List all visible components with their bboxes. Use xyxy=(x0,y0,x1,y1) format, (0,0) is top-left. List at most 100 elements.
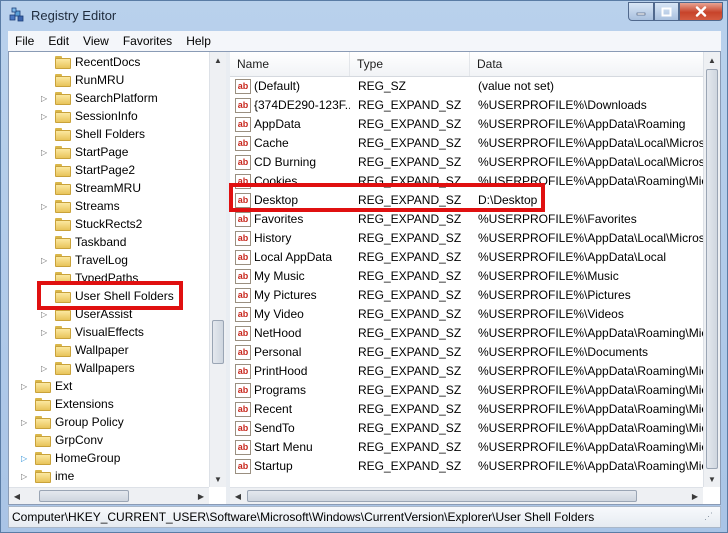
registry-key-tree[interactable]: ▲ ▼ ◀ ▶ RecentDocs RunMRU ▷ SearchPlatform ▷… xyxy=(9,52,226,504)
value-type: REG_EXPAND_SZ xyxy=(358,364,462,378)
tree-item[interactable]: Streams xyxy=(55,197,120,215)
value-data: %USERPROFILE%\Favorites xyxy=(478,212,637,226)
tree-item[interactable]: RecentDocs xyxy=(55,53,140,71)
value-row[interactable]: ab SendTo REG_EXPAND_SZ %USERPROFILE%\AppDa… xyxy=(230,419,703,438)
tree-item[interactable]: Extensions xyxy=(35,395,114,413)
tree-item[interactable]: VisualEffects xyxy=(55,323,144,341)
value-row[interactable]: ab Personal REG_EXPAND_SZ %USERPROFILE%\Doc… xyxy=(230,343,703,362)
value-name: My Pictures xyxy=(254,288,317,302)
tree-item[interactable]: GrpConv xyxy=(35,431,103,449)
list-horizontal-scrollbar[interactable]: ◀ ▶ xyxy=(230,487,703,504)
tree-item[interactable]: StreamMRU xyxy=(55,179,141,197)
minimize-button[interactable] xyxy=(628,2,654,21)
folder-icon xyxy=(55,55,71,69)
value-name: My Video xyxy=(254,307,304,321)
menu-favorites[interactable]: Favorites xyxy=(116,34,179,48)
expand-arrow-icon[interactable]: ▷ xyxy=(41,364,49,373)
tree-scroll-down-button[interactable]: ▼ xyxy=(210,471,226,487)
tree-hscroll-thumb[interactable] xyxy=(39,490,129,502)
value-row[interactable]: ab {374DE290-123F... REG_EXPAND_SZ %USERPRO… xyxy=(230,96,703,115)
expand-arrow-icon[interactable]: ▷ xyxy=(21,472,29,481)
tree-horizontal-scrollbar[interactable]: ◀ ▶ xyxy=(9,487,209,504)
tree-item[interactable]: StartPage xyxy=(55,143,128,161)
value-row[interactable]: ab My Video REG_EXPAND_SZ %USERPROFILE%\Vid… xyxy=(230,305,703,324)
value-row[interactable]: ab NetHood REG_EXPAND_SZ %USERPROFILE%\AppD… xyxy=(230,324,703,343)
menu-help[interactable]: Help xyxy=(179,34,218,48)
expand-arrow-icon[interactable]: ▷ xyxy=(41,310,49,319)
value-row[interactable]: ab My Music REG_EXPAND_SZ %USERPROFILE%\Mus… xyxy=(230,267,703,286)
tree-item[interactable]: RunMRU xyxy=(55,71,124,89)
list-hscroll-thumb[interactable] xyxy=(247,490,637,502)
list-scroll-down-button[interactable]: ▼ xyxy=(704,471,720,487)
tree-item[interactable]: HomeGroup xyxy=(35,449,120,467)
value-row[interactable]: ab Recent REG_EXPAND_SZ %USERPROFILE%\AppDa… xyxy=(230,400,703,419)
value-row[interactable]: ab AppData REG_EXPAND_SZ %USERPROFILE%\AppD… xyxy=(230,115,703,134)
tree-item[interactable]: SessionInfo xyxy=(55,107,138,125)
expand-arrow-icon[interactable]: ▷ xyxy=(41,148,49,157)
value-row[interactable]: ab Programs REG_EXPAND_SZ %USERPROFILE%\App… xyxy=(230,381,703,400)
list-scroll-thumb[interactable] xyxy=(706,69,718,469)
column-header-data[interactable]: Data xyxy=(470,52,703,76)
status-bar: Computer\HKEY_CURRENT_USER\Software\Micr… xyxy=(8,506,721,528)
tree-item-label: RunMRU xyxy=(75,73,125,87)
value-data: %USERPROFILE%\AppData\Local\Microsof xyxy=(478,231,703,245)
list-scroll-right-button[interactable]: ▶ xyxy=(687,488,703,504)
value-row[interactable]: ab CD Burning REG_EXPAND_SZ %USERPROFILE%\A… xyxy=(230,153,703,172)
value-row[interactable]: ab History REG_EXPAND_SZ %USERPROFILE%\AppD… xyxy=(230,229,703,248)
tree-item[interactable]: StuckRects2 xyxy=(55,215,142,233)
tree-item[interactable]: ime xyxy=(35,467,74,485)
expand-arrow-icon[interactable]: ▷ xyxy=(21,382,29,391)
menu-edit[interactable]: Edit xyxy=(41,34,76,48)
expand-arrow-icon[interactable]: ▷ xyxy=(21,454,29,463)
value-data: %USERPROFILE%\Videos xyxy=(478,307,624,321)
registry-values-list[interactable]: Name Type Data ▲ ▼ ◀ ▶ ab (Default) REG_SZ… xyxy=(230,52,720,504)
list-vertical-scrollbar[interactable]: ▲ ▼ xyxy=(703,52,720,487)
value-row[interactable]: ab Startup REG_EXPAND_SZ %USERPROFILE%\AppD… xyxy=(230,457,703,476)
expand-arrow-icon[interactable]: ▷ xyxy=(41,202,49,211)
tree-item[interactable]: Group Policy xyxy=(35,413,124,431)
tree-scroll-left-button[interactable]: ◀ xyxy=(9,488,25,504)
tree-item[interactable]: Wallpapers xyxy=(55,359,135,377)
tree-scroll-right-button[interactable]: ▶ xyxy=(193,488,209,504)
string-value-icon: ab xyxy=(235,326,251,341)
expand-arrow-icon[interactable]: ▷ xyxy=(41,256,49,265)
value-row[interactable]: ab Cache REG_EXPAND_SZ %USERPROFILE%\AppDat… xyxy=(230,134,703,153)
expand-arrow-icon[interactable]: ▷ xyxy=(21,418,29,427)
tree-item-label: VisualEffects xyxy=(75,325,144,339)
resize-grip-icon[interactable]: ⋰ xyxy=(704,511,720,527)
tree-scroll-thumb[interactable] xyxy=(212,320,224,364)
column-header-name[interactable]: Name xyxy=(230,52,350,76)
title-bar[interactable]: Registry Editor xyxy=(1,1,727,29)
expand-arrow-icon[interactable]: ▷ xyxy=(41,94,49,103)
tree-item[interactable]: Ext xyxy=(35,377,72,395)
value-row[interactable]: ab My Pictures REG_EXPAND_SZ %USERPROFILE%\… xyxy=(230,286,703,305)
value-row[interactable]: ab Favorites REG_EXPAND_SZ %USERPROFILE%\Fa… xyxy=(230,210,703,229)
value-row[interactable]: ab Local AppData REG_EXPAND_SZ %USERPROFILE… xyxy=(230,248,703,267)
value-row[interactable]: ab PrintHood REG_EXPAND_SZ %USERPROFILE%\Ap… xyxy=(230,362,703,381)
tree-scroll-up-button[interactable]: ▲ xyxy=(210,52,226,68)
tree-item[interactable]: Taskband xyxy=(55,233,126,251)
expand-arrow-icon[interactable]: ▷ xyxy=(41,112,49,121)
folder-icon xyxy=(55,235,71,249)
tree-item[interactable]: StartPage2 xyxy=(55,161,135,179)
close-button[interactable] xyxy=(679,2,723,21)
tree-item[interactable]: Wallpaper xyxy=(55,341,129,359)
menu-view[interactable]: View xyxy=(76,34,116,48)
value-row[interactable]: ab (Default) REG_SZ (value not set) xyxy=(230,77,703,96)
status-path: Computer\HKEY_CURRENT_USER\Software\Micr… xyxy=(12,510,595,524)
value-name: NetHood xyxy=(254,326,302,340)
tree-vertical-scrollbar[interactable]: ▲ ▼ xyxy=(209,52,226,487)
folder-icon xyxy=(55,199,71,213)
list-scroll-up-button[interactable]: ▲ xyxy=(704,52,720,68)
maximize-button[interactable] xyxy=(654,2,679,21)
column-header-type[interactable]: Type xyxy=(350,52,470,76)
value-name: (Default) xyxy=(254,79,301,93)
list-scroll-left-button[interactable]: ◀ xyxy=(230,488,246,504)
tree-item[interactable]: TravelLog xyxy=(55,251,128,269)
menu-file[interactable]: File xyxy=(8,34,41,48)
tree-item-label: RecentDocs xyxy=(75,55,141,69)
expand-arrow-icon[interactable]: ▷ xyxy=(41,328,49,337)
tree-item[interactable]: Shell Folders xyxy=(55,125,145,143)
tree-item[interactable]: SearchPlatform xyxy=(55,89,158,107)
value-row[interactable]: ab Start Menu REG_EXPAND_SZ %USERPROFILE%\A… xyxy=(230,438,703,457)
